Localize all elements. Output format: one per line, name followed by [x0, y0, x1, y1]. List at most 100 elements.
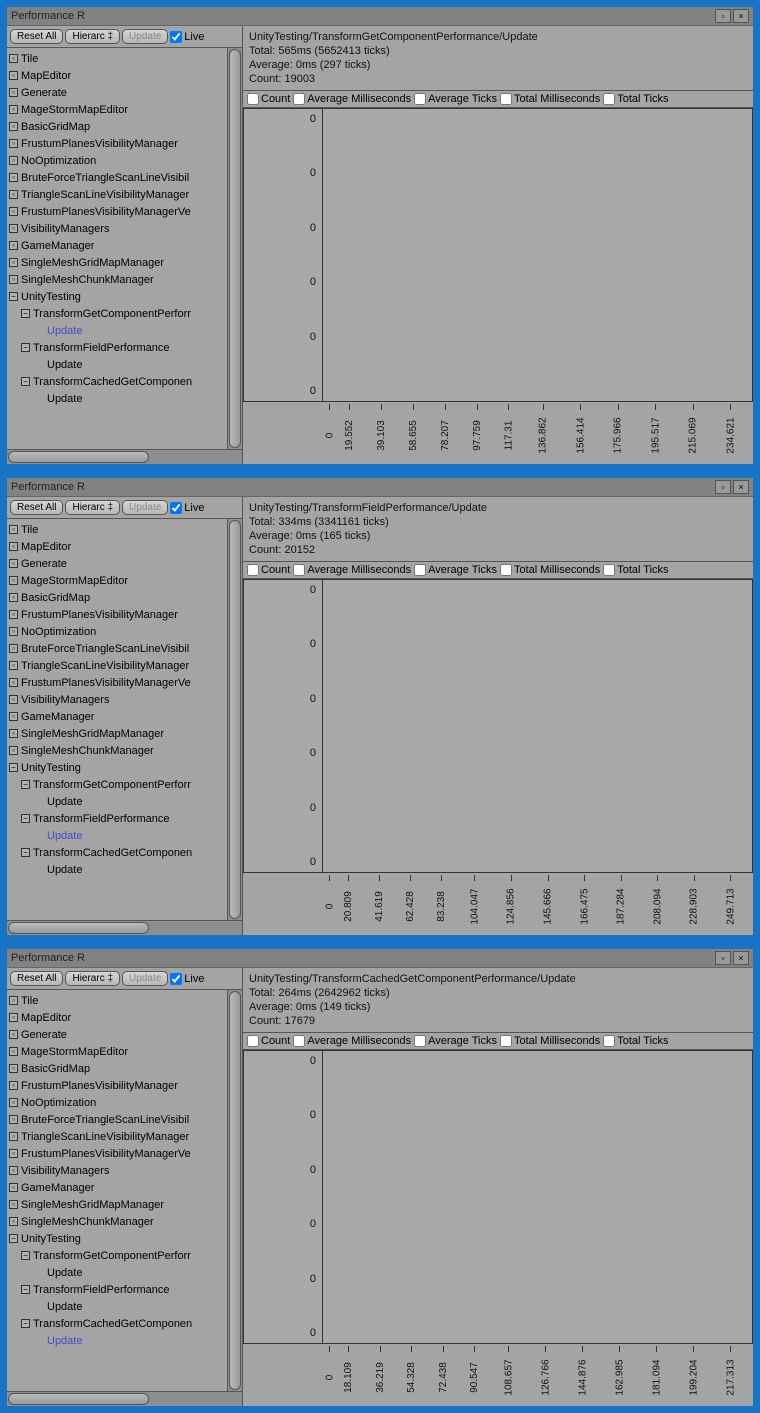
metric-checkbox[interactable]: Count: [247, 93, 290, 105]
expand-icon[interactable]: ▫: [9, 1115, 18, 1124]
tree-item[interactable]: ▫SingleMeshChunkManager: [7, 742, 227, 759]
tree-item[interactable]: ▫FrustumPlanesVisibilityManager: [7, 1077, 227, 1094]
tree-item[interactable]: ▫BruteForceTriangleScanLineVisibil: [7, 169, 227, 186]
metric-checkbox[interactable]: Average Ticks: [414, 93, 497, 105]
expand-icon[interactable]: ▫: [9, 746, 18, 755]
tree-item[interactable]: ▫BasicGridMap: [7, 589, 227, 606]
tree-item[interactable]: Update: [7, 1298, 227, 1315]
hierarchy-button[interactable]: Hierarc ‡: [65, 500, 120, 515]
expand-icon[interactable]: ▫: [9, 173, 18, 182]
expand-icon[interactable]: ▫: [9, 71, 18, 80]
horizontal-scrollbar[interactable]: [7, 1391, 242, 1406]
vertical-scrollbar[interactable]: [227, 990, 242, 1391]
collapse-icon[interactable]: −: [21, 377, 30, 386]
expand-icon[interactable]: ▫: [9, 105, 18, 114]
maximize-icon[interactable]: ▫: [715, 951, 731, 965]
maximize-icon[interactable]: ▫: [715, 480, 731, 494]
update-button[interactable]: Update: [122, 971, 168, 986]
metric-checkbox[interactable]: Average Milliseconds: [293, 93, 411, 105]
tree-item[interactable]: ▫BasicGridMap: [7, 118, 227, 135]
expand-icon[interactable]: ▫: [9, 1132, 18, 1141]
tree-item[interactable]: Update: [7, 827, 227, 844]
metric-checkbox[interactable]: Count: [247, 1035, 290, 1047]
reset-button[interactable]: Reset All: [10, 500, 63, 515]
update-button[interactable]: Update: [122, 29, 168, 44]
tree-item[interactable]: ▫SingleMeshGridMapManager: [7, 725, 227, 742]
tree-item[interactable]: −TransformCachedGetComponen: [7, 844, 227, 861]
tree-item[interactable]: −TransformGetComponentPerforr: [7, 776, 227, 793]
tree-item[interactable]: ▫TriangleScanLineVisibilityManager: [7, 186, 227, 203]
tree-item[interactable]: ▫SingleMeshChunkManager: [7, 271, 227, 288]
collapse-icon[interactable]: −: [9, 1234, 18, 1243]
expand-icon[interactable]: ▫: [9, 695, 18, 704]
expand-icon[interactable]: ▫: [9, 258, 18, 267]
tree-item[interactable]: ▫VisibilityManagers: [7, 220, 227, 237]
tree-item[interactable]: ▫Generate: [7, 555, 227, 572]
expand-icon[interactable]: ▫: [9, 1064, 18, 1073]
collapse-icon[interactable]: −: [21, 814, 30, 823]
expand-icon[interactable]: ▫: [9, 1217, 18, 1226]
collapse-icon[interactable]: −: [21, 1251, 30, 1260]
expand-icon[interactable]: ▫: [9, 156, 18, 165]
close-icon[interactable]: ×: [733, 480, 749, 494]
expand-icon[interactable]: ▫: [9, 576, 18, 585]
expand-icon[interactable]: ▫: [9, 525, 18, 534]
expand-icon[interactable]: ▫: [9, 139, 18, 148]
expand-icon[interactable]: ▫: [9, 1200, 18, 1209]
tree-item[interactable]: ▫FrustumPlanesVisibilityManagerVe: [7, 674, 227, 691]
tree-item[interactable]: ▫MageStormMapEditor: [7, 572, 227, 589]
tree-item[interactable]: −TransformGetComponentPerforr: [7, 305, 227, 322]
tree-item[interactable]: ▫NoOptimization: [7, 623, 227, 640]
expand-icon[interactable]: ▫: [9, 275, 18, 284]
tree-item[interactable]: ▫VisibilityManagers: [7, 1162, 227, 1179]
vertical-scrollbar[interactable]: [227, 519, 242, 920]
expand-icon[interactable]: ▫: [9, 610, 18, 619]
tree-item[interactable]: ▫MapEditor: [7, 1009, 227, 1026]
maximize-icon[interactable]: ▫: [715, 9, 731, 23]
tree-item[interactable]: ▫Generate: [7, 84, 227, 101]
tree-item[interactable]: ▫MageStormMapEditor: [7, 101, 227, 118]
expand-icon[interactable]: ▫: [9, 996, 18, 1005]
tree-item[interactable]: Update: [7, 793, 227, 810]
metric-checkbox[interactable]: Total Ticks: [603, 1035, 668, 1047]
hierarchy-button[interactable]: Hierarc ‡: [65, 971, 120, 986]
plot-area[interactable]: [323, 579, 753, 873]
tree-view[interactable]: ▫Tile▫MapEditor▫Generate▫MageStormMapEdi…: [7, 990, 227, 1391]
collapse-icon[interactable]: −: [21, 848, 30, 857]
tree-item[interactable]: ▫SingleMeshChunkManager: [7, 1213, 227, 1230]
tree-item[interactable]: −TransformFieldPerformance: [7, 339, 227, 356]
tree-item[interactable]: ▫FrustumPlanesVisibilityManagerVe: [7, 203, 227, 220]
tree-item[interactable]: −TransformCachedGetComponen: [7, 1315, 227, 1332]
tree-item[interactable]: Update: [7, 356, 227, 373]
expand-icon[interactable]: ▫: [9, 1098, 18, 1107]
collapse-icon[interactable]: −: [21, 343, 30, 352]
metric-checkbox[interactable]: Average Ticks: [414, 1035, 497, 1047]
metric-checkbox[interactable]: Total Milliseconds: [500, 564, 600, 576]
tree-item[interactable]: ▫BasicGridMap: [7, 1060, 227, 1077]
metric-checkbox[interactable]: Total Milliseconds: [500, 1035, 600, 1047]
tree-item[interactable]: ▫GameManager: [7, 1179, 227, 1196]
tree-view[interactable]: ▫Tile▫MapEditor▫Generate▫MageStormMapEdi…: [7, 519, 227, 920]
expand-icon[interactable]: ▫: [9, 661, 18, 670]
expand-icon[interactable]: ▫: [9, 593, 18, 602]
close-icon[interactable]: ×: [733, 9, 749, 23]
tree-item[interactable]: −TransformFieldPerformance: [7, 810, 227, 827]
tree-item[interactable]: −UnityTesting: [7, 1230, 227, 1247]
expand-icon[interactable]: ▫: [9, 190, 18, 199]
tree-item[interactable]: ▫SingleMeshGridMapManager: [7, 254, 227, 271]
collapse-icon[interactable]: −: [21, 309, 30, 318]
live-checkbox[interactable]: Live: [170, 502, 204, 514]
expand-icon[interactable]: ▫: [9, 542, 18, 551]
expand-icon[interactable]: ▫: [9, 627, 18, 636]
live-checkbox[interactable]: Live: [170, 973, 204, 985]
expand-icon[interactable]: ▫: [9, 122, 18, 131]
tree-item[interactable]: −TransformFieldPerformance: [7, 1281, 227, 1298]
collapse-icon[interactable]: −: [21, 1319, 30, 1328]
expand-icon[interactable]: ▫: [9, 54, 18, 63]
tree-item[interactable]: Update: [7, 390, 227, 407]
tree-item[interactable]: −UnityTesting: [7, 759, 227, 776]
expand-icon[interactable]: ▫: [9, 224, 18, 233]
expand-icon[interactable]: ▫: [9, 644, 18, 653]
tree-item[interactable]: ▫VisibilityManagers: [7, 691, 227, 708]
hierarchy-button[interactable]: Hierarc ‡: [65, 29, 120, 44]
